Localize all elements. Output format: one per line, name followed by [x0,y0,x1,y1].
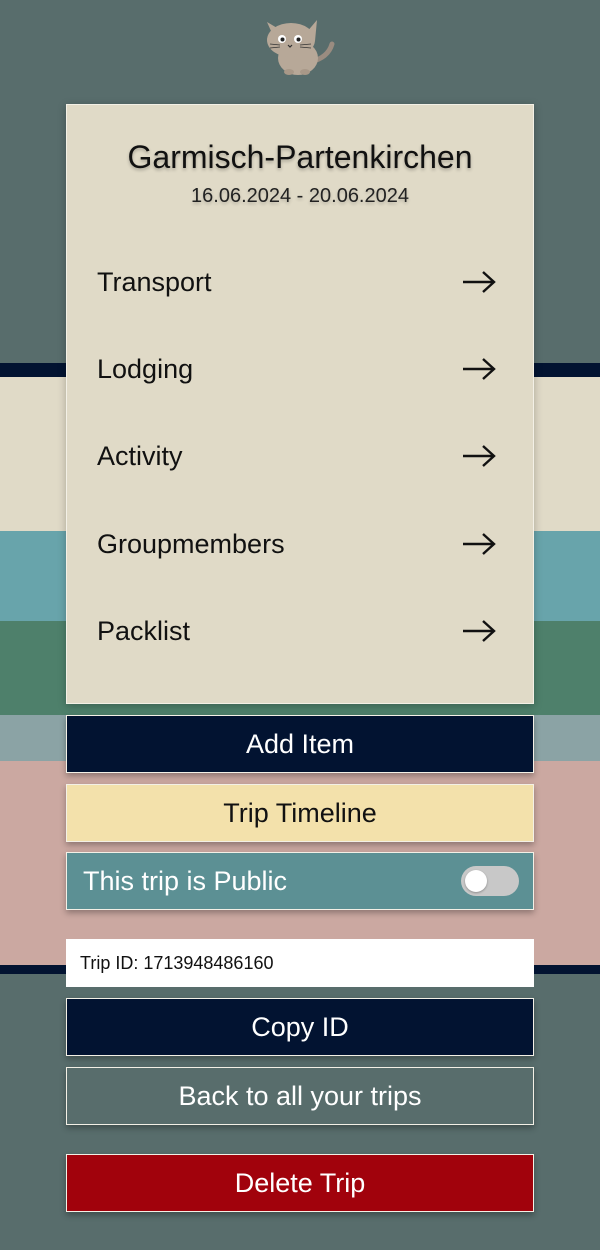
trip-dates: 16.06.2024 - 20.06.2024 [191,185,409,207]
cat-logo-icon [267,20,335,75]
arrow-right-icon [463,620,496,642]
arrow-right-icon [463,358,496,380]
menu-item-label: Transport [97,266,212,297]
menu-item-packlist[interactable]: Packlist [97,606,497,656]
menu-item-label: Packlist [97,615,191,646]
add-item-button[interactable]: Add Item [66,715,534,773]
trip-id-text: Trip ID: 1713948486160 [80,952,274,973]
menu-item-label: Groupmembers [97,528,285,559]
back-to-trips-button[interactable]: Back to all your trips [66,1067,534,1125]
trip-timeline-button[interactable]: Trip Timeline [66,784,534,842]
menu-item-activity[interactable]: Activity [97,431,497,481]
public-toggle-row: This trip is Public [66,852,534,910]
menu-item-label: Activity [97,440,183,471]
arrow-right-icon [463,445,496,467]
toggle-knob [465,870,487,892]
trip-id-field: Trip ID: 1713948486160 [66,939,534,987]
delete-trip-button[interactable]: Delete Trip [66,1154,534,1212]
arrow-right-icon [463,533,496,555]
trip-card: Garmisch-Partenkirchen 16.06.2024 - 20.0… [66,104,534,704]
menu-item-groupmembers[interactable]: Groupmembers [97,519,497,569]
menu-item-lodging[interactable]: Lodging [97,344,497,394]
copy-id-button[interactable]: Copy ID [66,998,534,1056]
arrow-right-icon [463,271,496,293]
menu-item-label: Lodging [97,353,194,384]
public-toggle-switch[interactable] [461,866,519,896]
public-toggle-label: This trip is Public [83,865,288,896]
trip-title: Garmisch-Partenkirchen [127,139,473,175]
menu-item-transport[interactable]: Transport [97,257,497,307]
